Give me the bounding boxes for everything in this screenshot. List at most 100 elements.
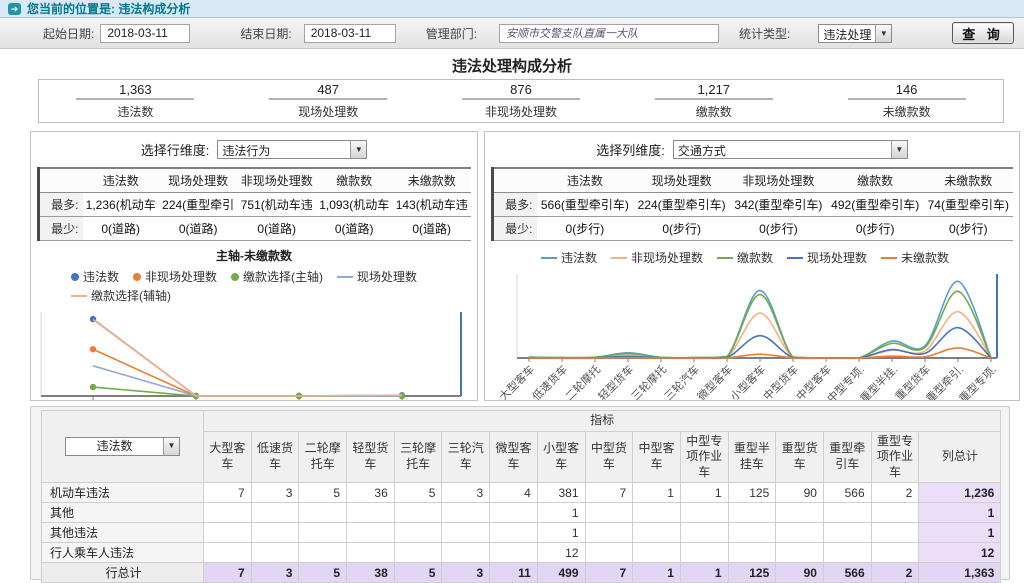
table-cell bbox=[442, 503, 490, 523]
total-cell: 1 bbox=[633, 563, 681, 583]
table-cell bbox=[347, 503, 395, 523]
table-cell: 36 bbox=[347, 483, 395, 503]
metric-select[interactable]: 违法数▼ bbox=[65, 437, 180, 456]
summary-row-label: 最多: bbox=[39, 193, 83, 217]
row-label: 其他违法 bbox=[42, 523, 204, 543]
app-window: ➔ 您当前的位置是: 违法构成分析 起始日期: 结束日期: 管理部门: 统计类型… bbox=[0, 0, 1024, 583]
summary-cell: 1,236(机动车 bbox=[83, 193, 159, 217]
end-date-input[interactable] bbox=[304, 24, 396, 43]
column-header: 重型牵引车 bbox=[823, 431, 871, 483]
column-header: 二轮摩托车 bbox=[299, 431, 347, 483]
table-cell bbox=[394, 543, 442, 563]
summary-header-row: 违法数现场处理数非现场处理数缴款数未缴款数 bbox=[39, 168, 472, 193]
right-chart-legend: 违法数非现场处理数缴款数现场处理数未缴款数 bbox=[485, 249, 1019, 268]
chevron-down-icon[interactable]: ▼ bbox=[163, 438, 179, 455]
table-cell bbox=[204, 503, 252, 523]
legend-line-icon bbox=[787, 257, 803, 259]
column-dimension-panel: 选择列维度: 交通方式 ▼ 违法数现场处理数非现场处理数缴款数未缴款数最多:56… bbox=[484, 131, 1020, 401]
summary-column-header: 违法数 bbox=[537, 168, 634, 193]
stat-item: 1,363违法数 bbox=[39, 82, 232, 120]
cross-table: 违法数▼指标大型客车低速货车二轮摩托车轻型货车三轮摩托车三轮汽车微型客车小型客车… bbox=[41, 410, 1001, 583]
summary-corner-cell bbox=[39, 168, 83, 193]
total-cell: 11 bbox=[490, 563, 538, 583]
row-label: 其他 bbox=[42, 503, 204, 523]
table-cell: 3 bbox=[442, 483, 490, 503]
column-header: 重型专项作业车 bbox=[871, 431, 919, 483]
summary-cell: 0(道路) bbox=[316, 217, 392, 241]
summary-row: 最多:566(重型牵引车)224(重型牵引车)342(重型牵引车)492(重型牵… bbox=[493, 193, 1014, 217]
start-date-label: 起始日期: bbox=[43, 25, 94, 42]
series-line bbox=[93, 387, 402, 396]
table-cell bbox=[251, 503, 299, 523]
table-row: 机动车违法735365343817111259056621,236 bbox=[42, 483, 1001, 503]
summary-row-label: 最多: bbox=[493, 193, 537, 217]
table-cell bbox=[585, 523, 633, 543]
series-line bbox=[93, 319, 402, 396]
column-dimension-select[interactable]: 交通方式 ▼ bbox=[673, 140, 908, 159]
legend-label: 未缴款数 bbox=[901, 249, 949, 266]
summary-cell: 492(重型牵引车) bbox=[827, 193, 924, 217]
legend-line-icon bbox=[541, 257, 557, 259]
summary-row: 最多:1,236(机动车224(重型牵引751(机动车违1,093(机动车143… bbox=[39, 193, 472, 217]
summary-column-header: 违法数 bbox=[83, 168, 159, 193]
legend-line-icon bbox=[881, 257, 897, 259]
table-cell bbox=[299, 523, 347, 543]
legend-line-icon bbox=[717, 257, 733, 259]
legend-dot-icon bbox=[133, 273, 141, 281]
chevron-down-icon[interactable]: ▼ bbox=[350, 141, 366, 158]
summary-cell: 0(步行) bbox=[924, 217, 1013, 241]
table-cell bbox=[251, 543, 299, 563]
stat-value: 487 bbox=[269, 82, 387, 100]
legend-label: 非现场处理数 bbox=[145, 268, 217, 285]
table-cell: 5 bbox=[299, 483, 347, 503]
legend-label: 缴款选择(主轴) bbox=[243, 268, 323, 285]
legend-line-icon bbox=[337, 276, 353, 278]
stat-type-select[interactable]: 违法处理 ▼ bbox=[818, 24, 892, 43]
chevron-down-icon[interactable]: ▼ bbox=[891, 141, 907, 158]
arrow-right-icon: ➔ bbox=[8, 3, 21, 15]
table-cell: 5 bbox=[394, 483, 442, 503]
column-header: 重型货车 bbox=[776, 431, 824, 483]
legend-item: 现场处理数 bbox=[787, 249, 867, 266]
table-cell bbox=[823, 503, 871, 523]
total-cell: 2 bbox=[871, 563, 919, 583]
summary-column-header: 现场处理数 bbox=[159, 168, 238, 193]
row-dimension-select[interactable]: 违法行为 ▼ bbox=[217, 140, 367, 159]
column-header: 中型客车 bbox=[633, 431, 681, 483]
summary-cell: 224(重型牵引 bbox=[159, 193, 238, 217]
total-cell: 3 bbox=[442, 563, 490, 583]
column-header: 轻型货车 bbox=[347, 431, 395, 483]
table-cell: 1 bbox=[537, 503, 585, 523]
column-header: 重型半挂车 bbox=[728, 431, 776, 483]
department-input[interactable] bbox=[499, 24, 719, 43]
row-total-cell: 1 bbox=[919, 503, 1001, 523]
summary-corner-cell bbox=[493, 168, 537, 193]
stat-value: 146 bbox=[848, 82, 966, 100]
legend-dot-icon bbox=[231, 273, 239, 281]
breadcrumb: 您当前的位置是: 违法构成分析 bbox=[27, 0, 190, 17]
table-cell bbox=[394, 523, 442, 543]
query-button[interactable]: 查 询 bbox=[952, 22, 1014, 44]
indicator-span-header: 指标 bbox=[204, 411, 1001, 432]
table-cell bbox=[299, 543, 347, 563]
stat-item: 1,217缴款数 bbox=[617, 82, 810, 120]
legend-item: 缴款选择(主轴) bbox=[231, 268, 323, 285]
table-cell bbox=[871, 543, 919, 563]
start-date-input[interactable] bbox=[100, 24, 190, 43]
legend-item: 现场处理数 bbox=[337, 268, 417, 285]
table-cell bbox=[633, 523, 681, 543]
legend-item: 缴款数 bbox=[717, 249, 773, 266]
column-dimension-label: 选择列维度: bbox=[596, 140, 665, 159]
summary-cell: 0(步行) bbox=[633, 217, 730, 241]
left-chart-title: 主轴-未缴款数 bbox=[31, 247, 477, 264]
chevron-down-icon[interactable]: ▼ bbox=[875, 25, 891, 42]
summary-column-header: 未缴款数 bbox=[392, 168, 471, 193]
summary-cell: 1,093(机动车 bbox=[316, 193, 392, 217]
table-cell bbox=[728, 523, 776, 543]
summary-row-label: 最少: bbox=[39, 217, 83, 241]
table-cell bbox=[442, 523, 490, 543]
row-dimension-summary-table: 违法数现场处理数非现场处理数缴款数未缴款数最多:1,236(机动车224(重型牵… bbox=[37, 167, 471, 241]
summary-header-row: 违法数现场处理数非现场处理数缴款数未缴款数 bbox=[493, 168, 1014, 193]
row-label: 机动车违法 bbox=[42, 483, 204, 503]
row-total-cell: 12 bbox=[919, 543, 1001, 563]
